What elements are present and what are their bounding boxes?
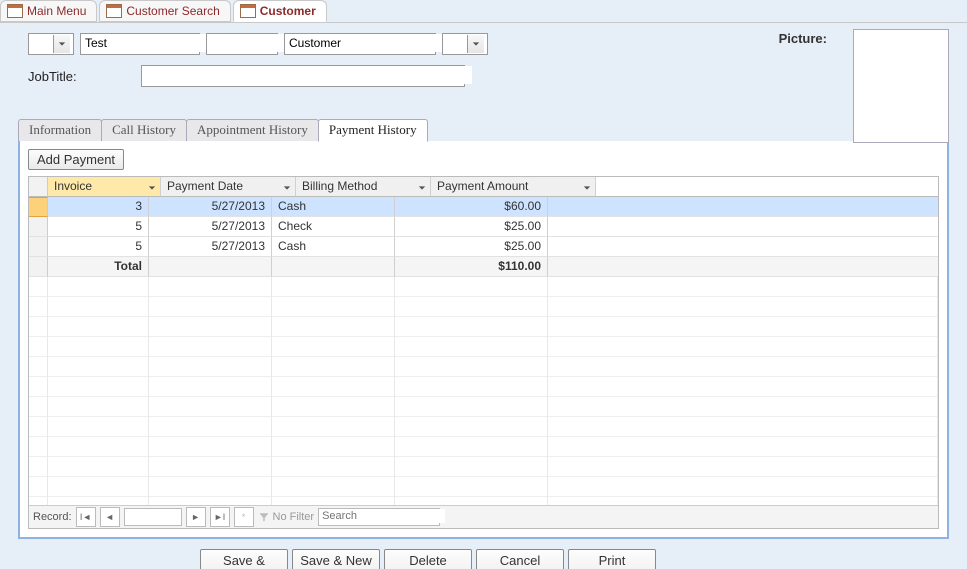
cell-method[interactable]: Check bbox=[272, 217, 395, 237]
window-tab-customer-search[interactable]: Customer Search bbox=[99, 0, 230, 22]
record-navigator: Record: I◄ ◄ ► ►I * No Filter bbox=[29, 505, 938, 528]
last-name-field[interactable] bbox=[284, 33, 436, 55]
cell-date[interactable]: 5/27/2013 bbox=[149, 217, 272, 237]
window-tab-label: Customer Search bbox=[126, 4, 219, 18]
nav-search-box[interactable] bbox=[318, 508, 440, 526]
cell-invoice[interactable]: 5 bbox=[48, 237, 149, 257]
form-footer-buttons: Save & Close Save & New Delete Cancel Pr… bbox=[200, 549, 967, 569]
job-title-field[interactable] bbox=[141, 65, 465, 87]
table-row[interactable]: 5 5/27/2013 Cash $25.00 bbox=[29, 237, 938, 257]
form-icon bbox=[106, 4, 122, 18]
cell-invoice[interactable]: 5 bbox=[48, 217, 149, 237]
save-close-button[interactable]: Save & Close bbox=[200, 549, 288, 569]
title-combo[interactable] bbox=[28, 33, 74, 55]
window-tab-label: Customer bbox=[260, 4, 316, 18]
customer-header: JobTitle: Picture: bbox=[0, 23, 967, 119]
job-title-label: JobTitle: bbox=[28, 69, 77, 84]
row-selector[interactable] bbox=[29, 217, 48, 237]
chevron-down-icon[interactable] bbox=[53, 35, 70, 53]
cell-date[interactable]: 5/27/2013 bbox=[149, 197, 272, 217]
cell-date[interactable]: 5/27/2013 bbox=[149, 237, 272, 257]
cell-amount[interactable]: $25.00 bbox=[395, 237, 548, 257]
chevron-down-icon[interactable] bbox=[418, 181, 428, 191]
total-amount: $110.00 bbox=[395, 257, 548, 277]
chevron-down-icon[interactable] bbox=[583, 181, 593, 191]
nav-last-button[interactable]: ►I bbox=[210, 507, 230, 527]
total-label: Total bbox=[48, 257, 149, 277]
window-tab-label: Main Menu bbox=[27, 4, 86, 18]
nav-new-button[interactable]: * bbox=[234, 507, 254, 527]
cell-amount[interactable]: $60.00 bbox=[395, 197, 548, 217]
chevron-down-icon[interactable] bbox=[148, 181, 158, 191]
column-payment-date[interactable]: Payment Date bbox=[161, 177, 296, 197]
tab-information[interactable]: Information bbox=[18, 119, 102, 141]
print-button[interactable]: Print bbox=[568, 549, 656, 569]
chevron-down-icon[interactable] bbox=[283, 181, 293, 191]
tab-payment-history[interactable]: Payment History bbox=[318, 119, 428, 142]
first-name-field[interactable] bbox=[80, 33, 200, 55]
select-all-box[interactable] bbox=[29, 177, 48, 197]
table-row[interactable]: 3 5/27/2013 Cash $60.00 bbox=[29, 197, 938, 217]
delete-button[interactable]: Delete bbox=[384, 549, 472, 569]
cell-method[interactable]: Cash bbox=[272, 237, 395, 257]
no-filter-indicator[interactable]: No Filter bbox=[258, 511, 315, 523]
datasheet-empty-area bbox=[29, 277, 938, 505]
cell-method[interactable]: Cash bbox=[272, 197, 395, 217]
nav-next-button[interactable]: ► bbox=[186, 507, 206, 527]
picture-label: Picture: bbox=[779, 31, 827, 46]
suffix-combo[interactable] bbox=[442, 33, 488, 55]
column-billing-method[interactable]: Billing Method bbox=[296, 177, 431, 197]
middle-name-field[interactable] bbox=[206, 33, 278, 55]
add-payment-button[interactable]: Add Payment bbox=[28, 149, 124, 170]
row-selector[interactable] bbox=[29, 237, 48, 257]
nav-first-button[interactable]: I◄ bbox=[76, 507, 96, 527]
payments-datasheet: Invoice Payment Date Billing Method bbox=[28, 176, 939, 529]
save-new-button[interactable]: Save & New bbox=[292, 549, 380, 569]
total-row: Total $110.00 bbox=[29, 257, 938, 277]
chevron-down-icon[interactable] bbox=[467, 35, 484, 53]
column-payment-amount[interactable]: Payment Amount bbox=[431, 177, 596, 197]
record-number-box[interactable] bbox=[124, 508, 182, 526]
row-selector[interactable] bbox=[29, 197, 48, 217]
cancel-button[interactable]: Cancel bbox=[476, 549, 564, 569]
form-icon bbox=[7, 4, 23, 18]
nav-prev-button[interactable]: ◄ bbox=[100, 507, 120, 527]
form-icon bbox=[240, 4, 256, 18]
datasheet-header: Invoice Payment Date Billing Method bbox=[29, 177, 938, 197]
funnel-icon bbox=[258, 511, 270, 523]
table-row[interactable]: 5 5/27/2013 Check $25.00 bbox=[29, 217, 938, 237]
window-tab-main-menu[interactable]: Main Menu bbox=[0, 0, 97, 22]
cell-amount[interactable]: $25.00 bbox=[395, 217, 548, 237]
window-tab-customer[interactable]: Customer bbox=[233, 0, 327, 22]
cell-invoice[interactable]: 3 bbox=[48, 197, 149, 217]
tab-call-history[interactable]: Call History bbox=[101, 119, 187, 141]
column-invoice[interactable]: Invoice bbox=[48, 177, 161, 197]
details-tab-control: Information Call History Appointment His… bbox=[18, 119, 949, 539]
tab-appointment-history[interactable]: Appointment History bbox=[186, 119, 319, 141]
window-tabs: Main Menu Customer Search Customer bbox=[0, 0, 967, 23]
tab-page-payment-history: Add Payment Invoice Payment Date bbox=[18, 141, 949, 539]
record-nav-label: Record: bbox=[33, 511, 72, 523]
